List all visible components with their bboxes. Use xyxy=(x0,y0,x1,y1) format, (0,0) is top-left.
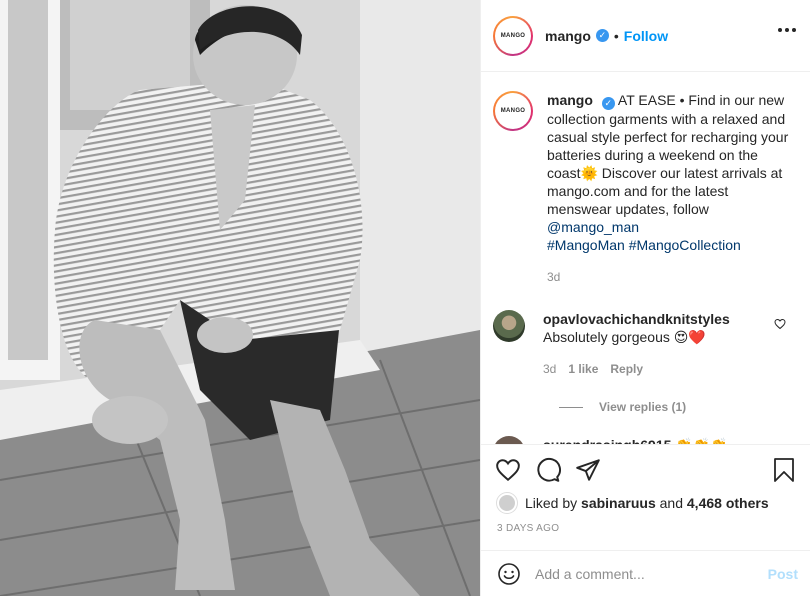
caption-avatar[interactable]: MANGO xyxy=(493,91,533,131)
comment-meta: 3d 1 like Reply xyxy=(543,360,730,378)
comment-like-heart-icon[interactable] xyxy=(774,318,786,330)
commenter-avatar[interactable] xyxy=(493,436,525,444)
likes-prefix: Liked by xyxy=(525,495,578,511)
add-comment-bar: Post xyxy=(481,550,810,596)
caption-username[interactable]: mango xyxy=(547,92,593,108)
post-photo[interactable] xyxy=(0,0,480,596)
sun-emoji-icon: 🌞 xyxy=(580,165,598,181)
save-bookmark-icon[interactable] xyxy=(772,457,796,483)
comment-bubble-icon[interactable] xyxy=(535,457,561,483)
post-side-panel: MANGO mango ✓ • Follow MANGO mango ✓ AT … xyxy=(480,0,810,596)
liker-avatar[interactable] xyxy=(497,493,517,513)
hashtag-link-mangocollection[interactable]: #MangoCollection xyxy=(629,237,741,253)
share-paper-plane-icon[interactable] xyxy=(575,457,601,483)
comment-emojis: 👏👏👏 xyxy=(675,437,727,444)
comment-likes[interactable]: 1 like xyxy=(568,360,598,378)
caption-verified-badge-icon: ✓ xyxy=(601,97,615,110)
comment-item: opavlovachichandknitstyles Absolutely go… xyxy=(493,310,794,378)
post-actions: Liked by sabinaruus and 4,468 others 3 D… xyxy=(481,444,810,544)
caption-avatar-logo-text: MANGO xyxy=(500,108,526,114)
likes-summary: Liked by sabinaruus and 4,468 others xyxy=(481,483,810,513)
comments-section[interactable]: MANGO mango ✓ AT EASE • Find in our new … xyxy=(481,73,810,444)
comment-item: surendrasingh6915 👏👏👏 xyxy=(493,436,794,444)
commenter-username[interactable]: opavlovachichandknitstyles xyxy=(543,311,730,327)
post-header: MANGO mango ✓ • Follow xyxy=(481,0,810,72)
avatar-logo-text: MANGO xyxy=(500,32,526,39)
liker-username[interactable]: sabinaruus xyxy=(581,495,656,511)
hashtag-link-mangoman[interactable]: #MangoMan xyxy=(547,237,625,253)
profile-avatar-inner: MANGO xyxy=(495,17,531,54)
comment-text: Absolutely gorgeous xyxy=(543,329,674,345)
caption: MANGO mango ✓ AT EASE • Find in our new … xyxy=(493,91,794,254)
mention-link[interactable]: @mango_man xyxy=(547,219,639,235)
separator-dot: • xyxy=(613,27,619,44)
comment-reply-button[interactable]: Reply xyxy=(610,360,643,378)
caption-avatar-inner: MANGO xyxy=(495,93,531,129)
caption-timestamp[interactable]: 3d xyxy=(547,270,794,284)
post-comment-button[interactable]: Post xyxy=(768,566,798,582)
comment-timestamp[interactable]: 3d xyxy=(543,360,556,378)
likes-middle: and xyxy=(659,495,683,511)
like-heart-icon[interactable] xyxy=(495,457,521,483)
post-timestamp[interactable]: 3 DAYS AGO xyxy=(481,513,810,534)
caption-text: mango ✓ AT EASE • Find in our new collec… xyxy=(547,91,791,254)
comment-body: surendrasingh6915 👏👏👏 xyxy=(543,436,728,444)
commenter-avatar[interactable] xyxy=(493,310,525,342)
post-image-illustration xyxy=(0,0,480,596)
likes-count[interactable]: 4,468 others xyxy=(687,495,769,511)
comment-emojis: 😍❤️ xyxy=(673,329,706,345)
comment-body: opavlovachichandknitstyles Absolutely go… xyxy=(543,310,730,378)
profile-avatar[interactable]: MANGO xyxy=(493,15,533,56)
verified-badge-icon: ✓ xyxy=(595,29,609,42)
more-options-icon[interactable] xyxy=(778,28,796,32)
view-replies-label: View replies (1) xyxy=(599,400,687,414)
view-replies-button[interactable]: View replies (1) xyxy=(559,400,794,414)
action-icons-row xyxy=(481,445,810,483)
follow-button[interactable]: Follow xyxy=(624,28,668,44)
profile-username[interactable]: mango xyxy=(545,28,591,44)
add-comment-input[interactable] xyxy=(535,565,768,582)
emoji-smiley-icon[interactable] xyxy=(497,562,521,586)
replies-divider-line xyxy=(559,406,583,408)
commenter-username[interactable]: surendrasingh6915 xyxy=(543,437,671,444)
